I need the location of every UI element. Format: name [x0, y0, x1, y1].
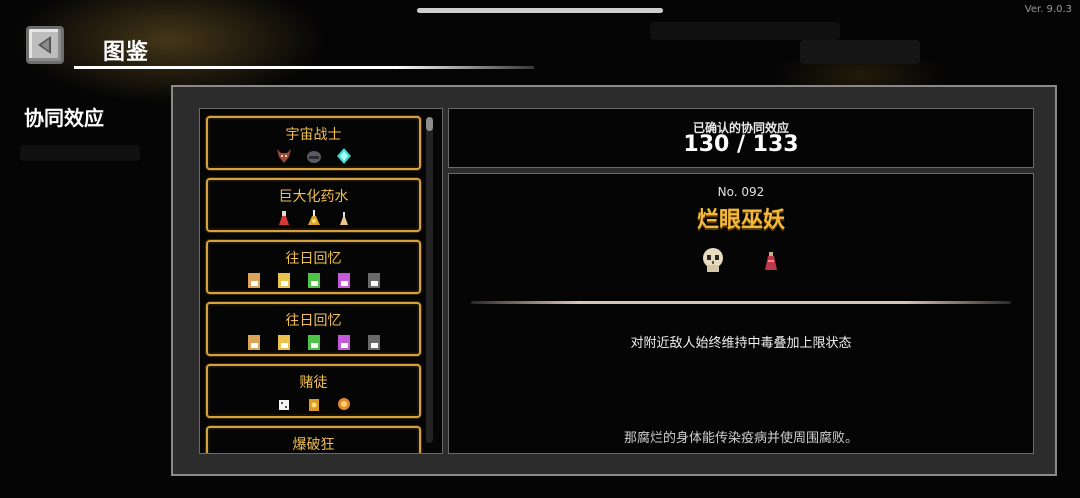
list-item[interactable]: 往日回忆 — [206, 240, 421, 294]
page-title: 图鉴 — [103, 40, 150, 65]
list-item-name: 巨大化药水 — [278, 189, 349, 205]
home-indicator — [417, 8, 663, 13]
cyan-crystal-icon — [336, 148, 351, 164]
background-ghost — [650, 22, 840, 40]
scrollbar-thumb[interactable] — [426, 117, 433, 131]
skull-icon — [703, 248, 723, 272]
dark-helmet-icon — [306, 151, 321, 163]
list-item[interactable]: 赌徒 — [206, 364, 421, 418]
list-item-name: 赌徒 — [299, 375, 328, 391]
title-underline — [74, 66, 534, 69]
red-robe-icon — [765, 252, 777, 270]
sidebar-item-synergy[interactable]: 协同效应 — [24, 102, 104, 131]
gold-potion-icon — [307, 210, 320, 225]
green-card-icon — [307, 335, 320, 350]
synergy-name: 烂眼巫妖 — [696, 208, 785, 233]
dice-icon — [278, 400, 289, 410]
version-label: Ver. 9.0.3 — [1024, 4, 1072, 15]
background-ghost — [20, 145, 140, 161]
synergy-count-box: 已确认的协同效应 130 / 133 — [448, 108, 1034, 168]
orange-chip-icon — [337, 398, 350, 410]
coin-bag-icon — [308, 399, 319, 411]
list-item[interactable]: 爆破狂 — [206, 426, 421, 453]
synergy-flavor-text: 那腐烂的身体能传染疫病并使周围腐败。 — [623, 431, 858, 446]
back-button[interactable] — [26, 26, 64, 64]
yellow-card-icon — [277, 335, 290, 350]
small-flask-icon — [339, 212, 348, 225]
list-item-name: 爆破狂 — [292, 437, 335, 453]
gray-card-icon — [367, 273, 380, 288]
purple-card-icon — [337, 273, 350, 288]
list-item-name: 往日回忆 — [285, 251, 342, 267]
count-value: 130 / 133 — [683, 132, 799, 157]
list-item[interactable]: 宇宙战士 — [206, 116, 421, 170]
tan-card-icon — [247, 273, 260, 288]
list-item[interactable]: 巨大化药水 — [206, 178, 421, 232]
background-ghost — [800, 40, 920, 64]
demon-mask-icon — [276, 149, 291, 163]
yellow-card-icon — [277, 273, 290, 288]
synergy-list[interactable]: 宇宙战士 巨大化药水 往日回忆 往日回忆 赌徒 爆破狂 — [199, 108, 443, 454]
synergy-detail: No. 092 烂眼巫妖 对附近敌人始终维持中毒叠加上限状态 那腐烂的身体能传染… — [448, 173, 1034, 454]
purple-card-icon — [337, 335, 350, 350]
list-item-name: 往日回忆 — [285, 313, 342, 329]
detail-divider — [471, 301, 1011, 304]
list-item-name: 宇宙战士 — [285, 127, 342, 143]
synergy-effect: 对附近敌人始终维持中毒叠加上限状态 — [630, 336, 852, 351]
back-arrow-icon — [38, 36, 51, 54]
gray-card-icon — [367, 335, 380, 350]
list-scrollbar[interactable] — [426, 117, 433, 443]
tan-card-icon — [247, 335, 260, 350]
list-item[interactable]: 往日回忆 — [206, 302, 421, 356]
synergy-number: No. 092 — [717, 185, 765, 199]
red-potion-icon — [278, 211, 289, 225]
green-card-icon — [307, 273, 320, 288]
